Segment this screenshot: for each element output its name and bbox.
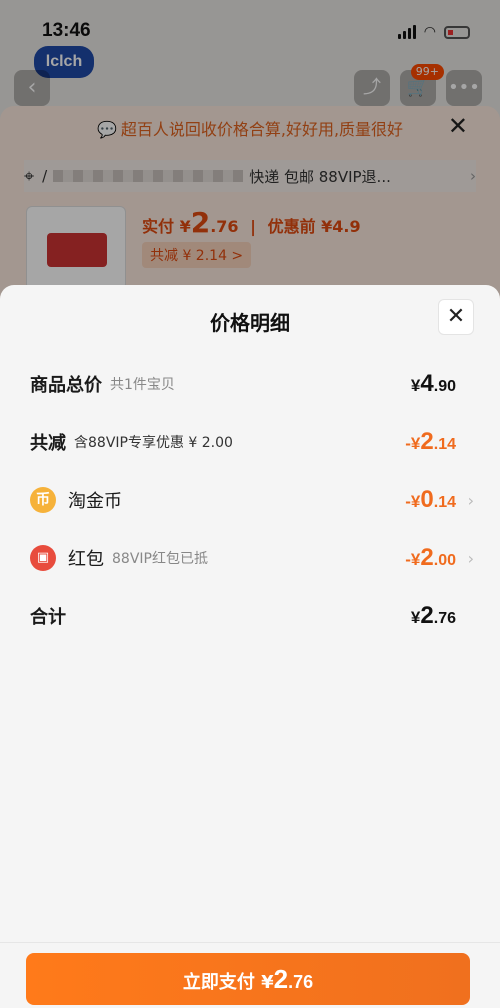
row-total-discount: 共减 含88VIP专享优惠 ¥ 2.00 -¥2.14: [30, 427, 456, 457]
sheet-title: 价格明细: [210, 311, 290, 335]
row-red-packet[interactable]: ▣ 红包 88VIP红包已抵 -¥2.00 ›: [30, 543, 474, 573]
close-icon: ✕: [446, 304, 466, 329]
row-grand-total: 合计 ¥2.76: [30, 601, 456, 631]
row-amount: ¥4.90: [410, 370, 456, 397]
row-amount: -¥2.00: [405, 544, 456, 571]
row-sub: 88VIP红包已抵: [112, 551, 208, 567]
pay-dec: .76: [288, 972, 314, 992]
coin-icon: 币: [30, 487, 56, 513]
price-detail-sheet: 价格明细 ✕ 商品总价 共1件宝贝 ¥4.90 共减 含88VIP专享优惠 ¥ …: [0, 285, 500, 1008]
pay-now-button[interactable]: 立即支付 ¥2.76: [26, 953, 470, 1005]
pay-currency: ¥: [261, 972, 274, 993]
background-product-page: 13:46 ◠ lclch ‹ ⤴ 🛒 99+ ••• 💬 超百人说回收价格合算,…: [0, 0, 500, 300]
red-packet-icon: ▣: [30, 545, 56, 571]
dim-overlay[interactable]: [0, 0, 500, 300]
row-item-total: 商品总价 共1件宝贝 ¥4.90: [30, 369, 456, 399]
row-sub: 含88VIP专享优惠 ¥ 2.00: [74, 435, 233, 451]
chevron-right-icon: ›: [467, 490, 474, 510]
row-amount: -¥0.14: [405, 486, 456, 513]
row-label: 商品总价: [30, 375, 102, 396]
chevron-right-icon: ›: [467, 548, 474, 568]
row-amount: -¥2.14: [405, 428, 456, 455]
close-button[interactable]: ✕: [438, 299, 474, 335]
pay-int: 2: [273, 964, 289, 994]
footer: 立即支付 ¥2.76: [0, 942, 500, 1008]
row-label: 淘金币: [68, 491, 122, 512]
row-label: 共减: [30, 433, 66, 454]
pay-label: 立即支付: [182, 972, 255, 993]
row-sub: 共1件宝贝: [110, 377, 175, 393]
row-label: 红包: [68, 549, 104, 570]
row-amount: ¥2.76: [410, 602, 456, 629]
row-label: 合计: [30, 607, 66, 628]
row-taojinbi[interactable]: 币 淘金币 -¥0.14 ›: [30, 485, 474, 515]
